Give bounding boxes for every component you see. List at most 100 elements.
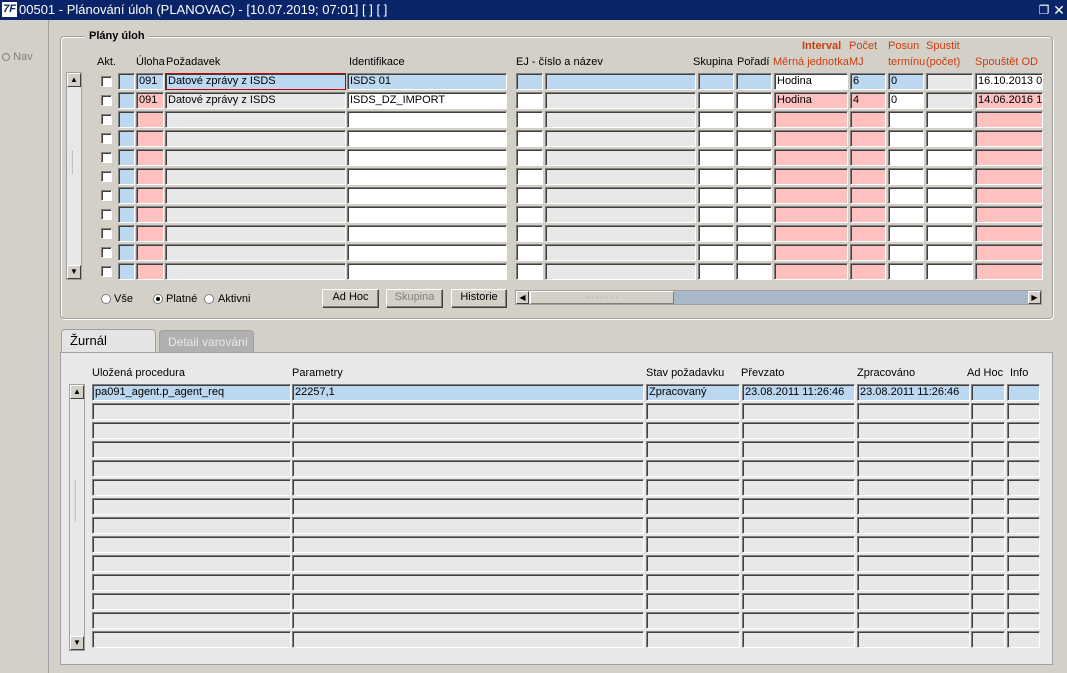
scroll-down-icon[interactable]: ▼ xyxy=(67,265,81,279)
historie-button[interactable]: Historie xyxy=(451,289,507,308)
plany-cell-pozadavek[interactable] xyxy=(165,111,346,128)
zurnal-cell-procedura[interactable]: pa091_agent.p_agent_req xyxy=(92,384,291,401)
plany-cell-merna[interactable] xyxy=(774,225,848,242)
plany-cell-pocet[interactable] xyxy=(850,225,886,242)
zurnal-cell-prevzato[interactable] xyxy=(742,498,855,515)
plany-cell-spustit[interactable] xyxy=(926,130,973,147)
hscroll-thumb[interactable]: · · · · · · · xyxy=(530,291,674,304)
zurnal-cell-parametry[interactable]: 22257,1 xyxy=(292,384,644,401)
plany-cell-ej0[interactable] xyxy=(118,92,135,109)
zurnal-cell-adhoc[interactable] xyxy=(971,536,1005,553)
plany-cell-skupina[interactable] xyxy=(698,168,734,185)
zurnal-cell-stav[interactable] xyxy=(646,460,740,477)
scroll-up-icon[interactable]: ▲ xyxy=(70,385,84,399)
plany-cell-pocet[interactable] xyxy=(850,168,886,185)
plany-cell-ej_nazev[interactable] xyxy=(545,225,696,242)
plany-cell-posun[interactable] xyxy=(888,187,924,204)
plany-cell-spustit[interactable] xyxy=(926,206,973,223)
zurnal-cell-parametry[interactable] xyxy=(292,498,644,515)
zurnal-cell-zpracovano[interactable] xyxy=(857,517,970,534)
zurnal-cell-prevzato[interactable] xyxy=(742,460,855,477)
plany-cell-identifikace[interactable] xyxy=(347,244,507,261)
plany-cell-posun[interactable] xyxy=(888,263,924,280)
zurnal-cell-parametry[interactable] xyxy=(292,574,644,591)
filter-aktivni-radio[interactable] xyxy=(204,294,214,304)
zurnal-cell-procedura[interactable] xyxy=(92,498,291,515)
plany-cell-pocet[interactable] xyxy=(850,244,886,261)
plany-cell-skupina[interactable] xyxy=(698,206,734,223)
plany-hscrollbar[interactable]: ◀ · · · · · · · ▶ xyxy=(515,290,1042,305)
plany-cell-spoustet[interactable]: 16.10.2013 00 xyxy=(975,73,1043,90)
zurnal-cell-zpracovano[interactable] xyxy=(857,555,970,572)
zurnal-cell-parametry[interactable] xyxy=(292,612,644,629)
plany-cell-ej_nazev[interactable] xyxy=(545,244,696,261)
zurnal-cell-prevzato[interactable] xyxy=(742,536,855,553)
zurnal-cell-info[interactable] xyxy=(1007,403,1040,420)
zurnal-cell-zpracovano[interactable] xyxy=(857,631,970,648)
plany-cell-spoustet[interactable] xyxy=(975,149,1043,166)
plany-cell-posun[interactable] xyxy=(888,111,924,128)
plany-cell-merna[interactable]: Hodina xyxy=(774,73,848,90)
plany-cell-poradi[interactable] xyxy=(736,263,772,280)
zurnal-cell-info[interactable] xyxy=(1007,574,1040,591)
plany-cell-poradi[interactable] xyxy=(736,225,772,242)
plany-cell-identifikace[interactable] xyxy=(347,111,507,128)
zurnal-cell-info[interactable] xyxy=(1007,536,1040,553)
zurnal-cell-zpracovano[interactable]: 23.08.2011 11:26:46 xyxy=(857,384,970,401)
scroll-up-icon[interactable]: ▲ xyxy=(67,73,81,87)
zurnal-cell-info[interactable] xyxy=(1007,593,1040,610)
plany-cell-uloha[interactable] xyxy=(136,225,164,242)
plany-cell-spustit[interactable] xyxy=(926,244,973,261)
zurnal-cell-info[interactable] xyxy=(1007,460,1040,477)
close-icon[interactable]: ✕ xyxy=(1052,3,1066,17)
plany-cell-spoustet[interactable] xyxy=(975,130,1043,147)
plany-cell-pocet[interactable] xyxy=(850,206,886,223)
plany-cell-ej_cislo[interactable] xyxy=(516,206,543,223)
plany-cell-posun[interactable] xyxy=(888,244,924,261)
plany-cell-ej_nazev[interactable] xyxy=(545,149,696,166)
plany-cell-ej0[interactable] xyxy=(118,263,135,280)
zurnal-cell-zpracovano[interactable] xyxy=(857,536,970,553)
zurnal-cell-adhoc[interactable] xyxy=(971,498,1005,515)
plany-cell-ej_nazev[interactable] xyxy=(545,168,696,185)
plany-cell-ej_cislo[interactable] xyxy=(516,130,543,147)
zurnal-cell-procedura[interactable] xyxy=(92,593,291,610)
plany-vscrollbar[interactable]: ▲ ⁝ ⁝ ⁝ ⁝ ▼ xyxy=(66,72,82,280)
zurnal-cell-procedura[interactable] xyxy=(92,479,291,496)
zurnal-cell-adhoc[interactable] xyxy=(971,441,1005,458)
plany-cell-posun[interactable] xyxy=(888,168,924,185)
plany-cell-uloha[interactable] xyxy=(136,244,164,261)
plany-cell-posun[interactable]: 0 xyxy=(888,73,924,90)
plany-cell-spoustet[interactable] xyxy=(975,244,1043,261)
zurnal-cell-parametry[interactable] xyxy=(292,555,644,572)
plany-cell-poradi[interactable] xyxy=(736,92,772,109)
plany-cell-merna[interactable] xyxy=(774,149,848,166)
akt-checkbox[interactable] xyxy=(101,95,112,106)
zurnal-cell-stav[interactable] xyxy=(646,479,740,496)
plany-cell-ej_cislo[interactable] xyxy=(516,73,543,90)
plany-cell-spustit[interactable] xyxy=(926,225,973,242)
plany-cell-uloha[interactable] xyxy=(136,168,164,185)
zurnal-cell-zpracovano[interactable] xyxy=(857,460,970,477)
plany-cell-spoustet[interactable] xyxy=(975,111,1043,128)
plany-cell-poradi[interactable] xyxy=(736,244,772,261)
akt-checkbox[interactable] xyxy=(101,190,112,201)
plany-cell-pozadavek[interactable] xyxy=(165,225,346,242)
zurnal-cell-prevzato[interactable] xyxy=(742,517,855,534)
zurnal-cell-info[interactable] xyxy=(1007,422,1040,439)
plany-cell-pocet[interactable] xyxy=(850,187,886,204)
plany-cell-poradi[interactable] xyxy=(736,187,772,204)
plany-cell-ej_cislo[interactable] xyxy=(516,187,543,204)
zurnal-cell-prevzato[interactable] xyxy=(742,422,855,439)
zurnal-cell-procedura[interactable] xyxy=(92,517,291,534)
scroll-right-icon[interactable]: ▶ xyxy=(1028,291,1041,304)
plany-cell-identifikace[interactable]: ISDS 01 xyxy=(347,73,507,90)
zurnal-cell-parametry[interactable] xyxy=(292,403,644,420)
plany-cell-merna[interactable] xyxy=(774,244,848,261)
akt-checkbox[interactable] xyxy=(101,228,112,239)
nav-label[interactable]: Nav xyxy=(2,51,33,63)
plany-cell-pozadavek[interactable]: Datové zprávy z ISDS xyxy=(165,92,346,109)
zurnal-cell-prevzato[interactable] xyxy=(742,631,855,648)
plany-cell-skupina[interactable] xyxy=(698,263,734,280)
plany-cell-skupina[interactable] xyxy=(698,187,734,204)
